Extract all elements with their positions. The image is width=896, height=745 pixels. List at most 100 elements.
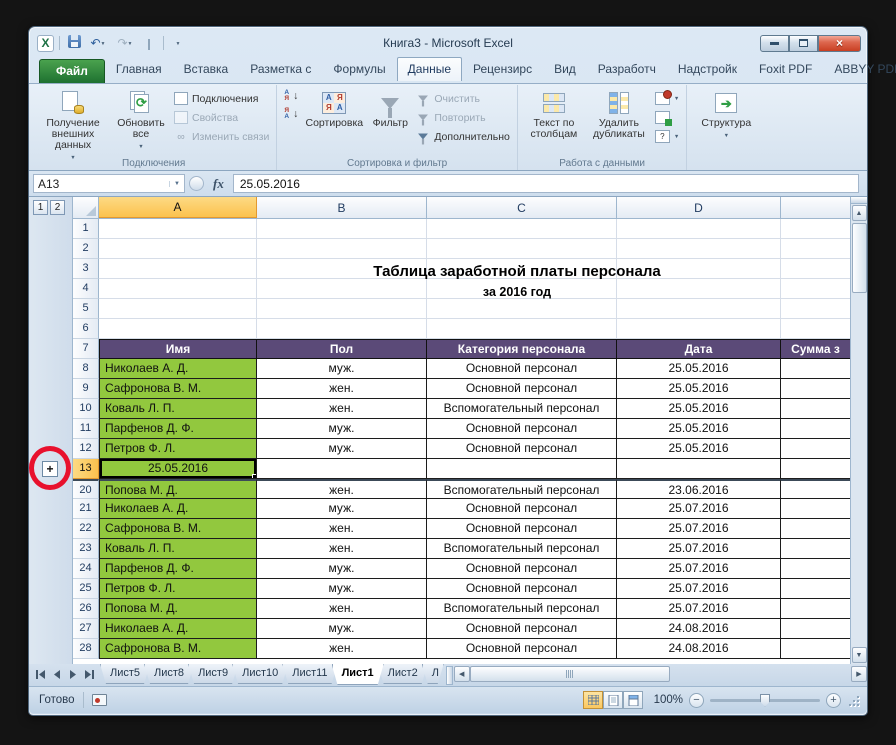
edit-links-button[interactable]: ∞Изменить связи	[171, 129, 272, 144]
zoom-slider-track[interactable]	[710, 699, 820, 702]
cell[interactable]: 25.07.2016	[617, 539, 781, 559]
cell[interactable]: жен.	[257, 379, 427, 399]
text-to-columns-button[interactable]: Текст по столбцам	[522, 87, 586, 141]
outline-level-1-button[interactable]: 1	[33, 200, 48, 215]
cell[interactable]	[781, 479, 850, 499]
cell[interactable]: 25.05.2016	[99, 459, 257, 479]
cell[interactable]	[427, 459, 617, 479]
cell[interactable]	[781, 259, 850, 279]
clear-filter-button[interactable]: Очистить	[413, 91, 513, 106]
scroll-down-button[interactable]: ▼	[852, 647, 867, 663]
cell[interactable]	[781, 579, 850, 599]
cell[interactable]: Николаев А. Д.	[99, 619, 257, 639]
save-button[interactable]	[65, 35, 83, 52]
insert-function-button[interactable]: fx	[208, 176, 229, 192]
cell[interactable]: 25.07.2016	[617, 519, 781, 539]
cell[interactable]	[781, 359, 850, 379]
last-sheet-button[interactable]	[81, 667, 96, 682]
cell[interactable]: Основной персонал	[427, 419, 617, 439]
cell[interactable]: 25.07.2016	[617, 579, 781, 599]
cell[interactable]	[257, 299, 427, 319]
column-header-D[interactable]: D	[617, 197, 781, 218]
remove-duplicates-button[interactable]: Удалить дубликаты	[586, 87, 652, 141]
get-external-data-button[interactable]: Получение внешних данных▼	[35, 87, 111, 165]
what-if-analysis-button[interactable]: ?▼	[652, 129, 682, 144]
previous-sheet-button[interactable]	[49, 667, 64, 682]
table-header-cell[interactable]: Дата	[617, 339, 781, 359]
cell[interactable]: Попова М. Д.	[99, 599, 257, 619]
cell[interactable]: муж.	[257, 439, 427, 459]
cell[interactable]: Петров Ф. Л.	[99, 439, 257, 459]
cell[interactable]	[99, 259, 257, 279]
column-header-A[interactable]: A	[99, 197, 257, 218]
cell[interactable]: Основной персонал	[427, 439, 617, 459]
formula-input[interactable]: 25.05.2016	[233, 174, 859, 193]
row-header-5[interactable]: 5	[73, 299, 99, 319]
scrollbar-split-handle[interactable]	[851, 197, 867, 204]
ribbon-tab-Foxit PDF[interactable]: Foxit PDF	[748, 57, 823, 81]
cell[interactable]	[617, 219, 781, 239]
cell[interactable]: Вспомогательный персонал	[427, 599, 617, 619]
cell[interactable]	[617, 459, 781, 479]
sheet-tab-Лист8[interactable]: Лист8	[144, 664, 194, 684]
cell[interactable]	[99, 219, 257, 239]
name-box-dropdown-icon[interactable]: ▼	[169, 181, 180, 187]
scroll-up-button[interactable]: ▲	[852, 205, 867, 221]
excel-logo-icon[interactable]: X	[37, 35, 54, 52]
row-header-22[interactable]: 22	[73, 519, 99, 539]
row-header-6[interactable]: 6	[73, 319, 99, 339]
cell[interactable]	[781, 519, 850, 539]
outline-level-2-button[interactable]: 2	[50, 200, 65, 215]
ribbon-tab-Рецензирс[interactable]: Рецензирс	[462, 57, 543, 81]
cell[interactable]	[427, 319, 617, 339]
ribbon-tab-Формулы[interactable]: Формулы	[322, 57, 396, 81]
cell[interactable]: 25.07.2016	[617, 599, 781, 619]
cell[interactable]: Основной персонал	[427, 639, 617, 659]
cell[interactable]: 23.06.2016	[617, 479, 781, 499]
cell[interactable]	[257, 319, 427, 339]
cell[interactable]	[427, 219, 617, 239]
sheet-tab-Лист10[interactable]: Лист10	[232, 664, 288, 684]
cell[interactable]	[781, 499, 850, 519]
zoom-level[interactable]: 100%	[649, 694, 683, 706]
ribbon-tab-ABBYY PDF[interactable]: ABBYY PDF	[823, 57, 896, 81]
table-header-cell[interactable]: Категория персонала	[427, 339, 617, 359]
view-page-break-button[interactable]	[623, 691, 643, 709]
cell[interactable]: Основной персонал	[427, 519, 617, 539]
cell[interactable]: 25.07.2016	[617, 499, 781, 519]
cell[interactable]: Сафронова В. М.	[99, 519, 257, 539]
qat-customize-button[interactable]: ▼	[169, 35, 187, 52]
cell[interactable]: муж.	[257, 619, 427, 639]
data-validation-button[interactable]: ▼	[652, 91, 682, 106]
cell[interactable]	[781, 599, 850, 619]
cell[interactable]: муж.	[257, 559, 427, 579]
cell[interactable]	[781, 379, 850, 399]
row-header-7[interactable]: 7	[73, 339, 99, 359]
cell[interactable]	[257, 279, 427, 299]
cell[interactable]	[781, 639, 850, 659]
sort-ascending-button[interactable]: АЯ↓	[281, 89, 301, 103]
reapply-button[interactable]: Повторить	[413, 110, 513, 125]
formula-bar-split[interactable]	[189, 176, 204, 191]
cell[interactable]	[257, 219, 427, 239]
cell[interactable]: 25.07.2016	[617, 559, 781, 579]
cell[interactable]: Сафронова В. М.	[99, 639, 257, 659]
row-header-8[interactable]: 8	[73, 359, 99, 379]
cell[interactable]: 24.08.2016	[617, 619, 781, 639]
cell[interactable]	[617, 319, 781, 339]
ribbon-tab-Разметка с[interactable]: Разметка с	[239, 57, 322, 81]
vertical-scroll-thumb[interactable]	[852, 223, 867, 293]
row-header-20[interactable]: 20	[73, 479, 99, 499]
cell[interactable]: жен.	[257, 479, 427, 499]
cell[interactable]	[427, 279, 617, 299]
cell[interactable]	[781, 319, 850, 339]
cell[interactable]: Попова М. Д.	[99, 479, 257, 499]
cell[interactable]: жен.	[257, 599, 427, 619]
cell[interactable]	[781, 559, 850, 579]
cell[interactable]: Парфенов Д. Ф.	[99, 419, 257, 439]
cell[interactable]: муж.	[257, 579, 427, 599]
sheet-tab-Лист9[interactable]: Лист9	[188, 664, 238, 684]
zoom-in-button[interactable]: +	[826, 693, 841, 708]
zoom-out-button[interactable]: −	[689, 693, 704, 708]
table-header-cell[interactable]: Сумма з	[781, 339, 850, 359]
